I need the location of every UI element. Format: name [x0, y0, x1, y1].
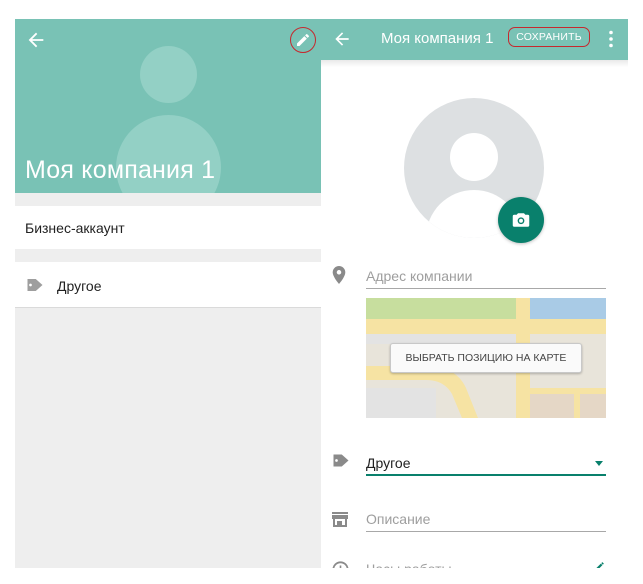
category-row[interactable]: Другое: [15, 262, 321, 308]
photo-placeholder-head: [450, 133, 498, 181]
map-preview[interactable]: ВЫБРАТЬ ПОЗИЦИЮ НА КАРТЕ: [366, 298, 606, 418]
edit-header: Моя компания 1 СОХРАНИТЬ: [321, 19, 628, 60]
profile-view-panel: Моя компания 1 Бизнес-аккаунт Другое: [15, 19, 321, 568]
clock-icon: [332, 561, 349, 568]
category-value: Другое: [366, 455, 411, 471]
tag-icon: [27, 279, 43, 291]
save-button[interactable]: СОХРАНИТЬ: [508, 27, 590, 47]
description-input[interactable]: Описание: [366, 510, 606, 532]
profile-header: Моя компания 1: [15, 19, 321, 193]
address-input[interactable]: Адрес компании: [366, 267, 606, 289]
category-select[interactable]: Другое: [366, 454, 606, 476]
business-name-title: Моя компания 1: [25, 156, 216, 184]
change-photo-button[interactable]: [498, 197, 544, 243]
header-shadow: [321, 60, 628, 67]
avatar-placeholder-head: [140, 46, 197, 103]
profile-edit-panel: Моя компания 1 СОХРАНИТЬ Адрес компании: [321, 19, 628, 568]
dropdown-arrow-icon: [595, 461, 603, 466]
back-arrow-icon[interactable]: [25, 29, 47, 51]
pick-location-button[interactable]: ВЫБРАТЬ ПОЗИЦИЮ НА КАРТЕ: [390, 343, 582, 373]
business-account-label: Бизнес-аккаунт: [25, 220, 125, 236]
hours-input[interactable]: Часы работы: [366, 560, 606, 568]
back-arrow-icon[interactable]: [332, 29, 352, 49]
storefront-icon: [332, 512, 348, 527]
category-label: Другое: [57, 278, 102, 294]
more-vert-icon[interactable]: [608, 30, 614, 48]
location-pin-icon: [332, 266, 346, 284]
business-account-row: Бизнес-аккаунт: [15, 206, 321, 249]
tag-icon: [333, 454, 349, 467]
pencil-icon: [297, 33, 309, 46]
pencil-icon[interactable]: [595, 561, 605, 568]
edit-button[interactable]: [290, 27, 316, 53]
camera-icon: [512, 213, 530, 227]
edit-title: Моя компания 1: [381, 30, 494, 47]
